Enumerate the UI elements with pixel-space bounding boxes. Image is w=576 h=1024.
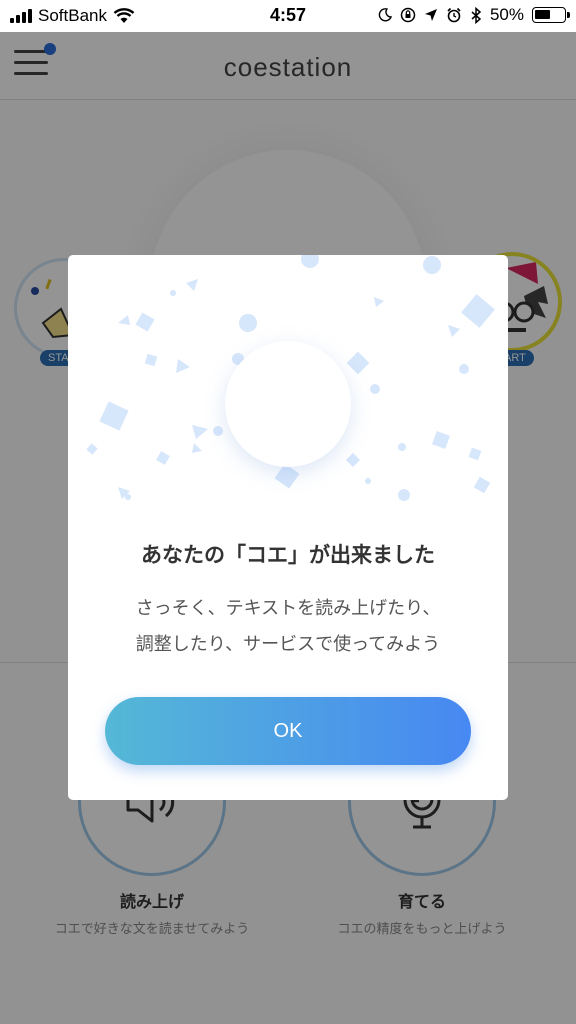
status-right: 50% xyxy=(378,5,570,25)
bluetooth-icon xyxy=(471,6,482,24)
dialog-body-line-1: さっそく、テキストを読み上げたり、 xyxy=(135,598,441,619)
rotation-lock-icon xyxy=(400,7,416,23)
location-icon xyxy=(424,9,437,21)
voice-created-dialog: あなたの「コエ」が出来ました さっそく、テキストを読み上げたり、 調整したり、サ… xyxy=(68,255,508,800)
dialog-body-line-2: 調整したり、サービスで使ってみよう xyxy=(135,634,441,655)
battery-icon xyxy=(532,7,570,23)
status-bar: SoftBank 4:57 50% xyxy=(0,0,576,32)
moon-icon xyxy=(378,8,392,22)
dialog-title: あなたの「コエ」が出来ました xyxy=(141,543,435,567)
alarm-icon xyxy=(447,7,461,23)
dialog-body: さっそく、テキストを読み上げたり、 調整したり、サービスで使ってみよう xyxy=(88,591,488,663)
ok-button[interactable]: OK xyxy=(105,697,471,765)
battery-percent: 50% xyxy=(489,5,524,24)
voice-waveform-icon xyxy=(252,388,319,420)
voice-logo-bubble xyxy=(225,341,351,467)
